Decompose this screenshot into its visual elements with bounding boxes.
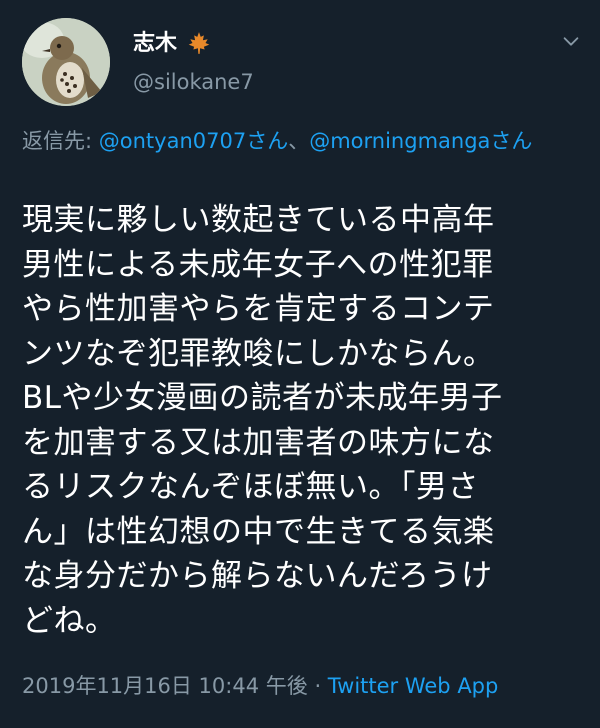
maple-leaf-icon xyxy=(188,32,210,54)
reply-prefix: 返信先: xyxy=(22,129,99,153)
display-name[interactable]: 志木 xyxy=(133,29,177,59)
tweet-text: 現実に夥しい数起きている中高年 男性による未成年女子への性犯罪 やら性加害やらを… xyxy=(22,202,503,639)
reply-mention-ontyan0707[interactable]: @ontyan0707さん xyxy=(99,129,288,153)
reply-mention-morningmanga[interactable]: @morningmangaさん xyxy=(309,129,532,153)
chevron-down-icon[interactable] xyxy=(558,30,584,52)
reply-to-line: 返信先: @ontyan0707さん、@morningmangaさん xyxy=(22,125,582,157)
tweet-timestamp[interactable]: 2019年11月16日 10:44 午後 xyxy=(22,674,308,698)
tweet-header: 志木 @silokane7 xyxy=(0,0,600,120)
tweet-meta: 2019年11月16日 10:44 午後 · Twitter Web App xyxy=(22,671,498,701)
bird-photo-avatar xyxy=(22,18,110,106)
user-avatar[interactable] xyxy=(22,18,110,106)
reply-separator: 、 xyxy=(288,129,310,153)
meta-separator: · xyxy=(307,674,328,698)
tweet-source-app[interactable]: Twitter Web App xyxy=(328,674,499,698)
user-handle[interactable]: @silokane7 xyxy=(133,68,254,96)
